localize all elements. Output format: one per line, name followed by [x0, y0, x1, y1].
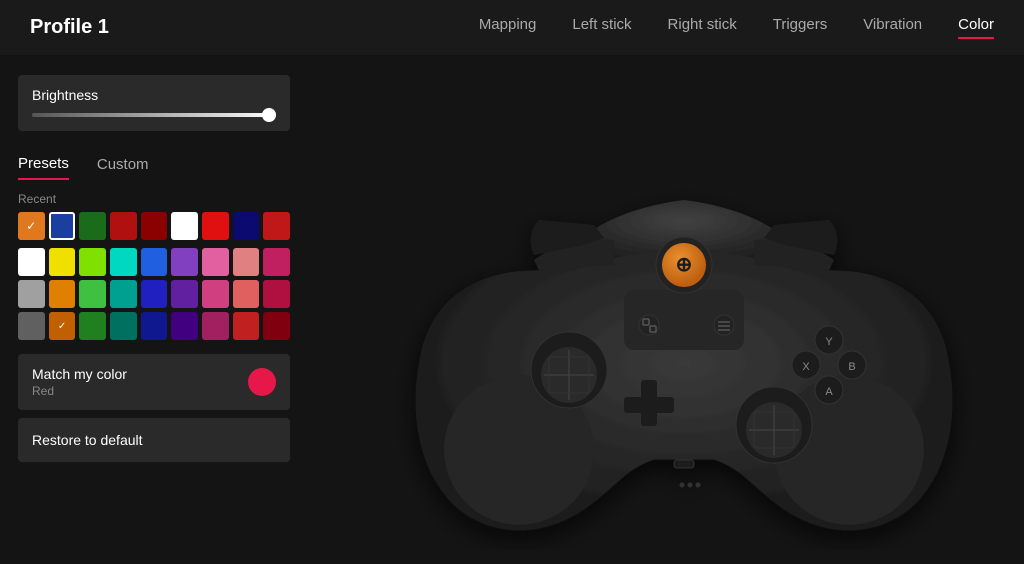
match-color-text: Match my color Red	[32, 366, 127, 398]
swatch-red2-recent[interactable]	[263, 212, 290, 240]
swatch-pink[interactable]	[202, 248, 229, 276]
match-color-circle	[248, 368, 276, 396]
swatch-crimson[interactable]	[263, 280, 290, 308]
recent-colors-row	[18, 212, 290, 240]
match-color-sub: Red	[32, 384, 127, 398]
swatch-teal[interactable]	[110, 280, 137, 308]
controller-area: ⊕ Y B A	[344, 55, 1024, 564]
swatch-cyan[interactable]	[110, 248, 137, 276]
tab-vibration[interactable]: Vibration	[863, 16, 922, 39]
tab-presets[interactable]: Presets	[18, 149, 69, 180]
swatch-salmon[interactable]	[233, 248, 260, 276]
svg-text:A: A	[825, 386, 833, 398]
brightness-thumb[interactable]	[262, 108, 276, 122]
swatch-green2[interactable]	[79, 280, 106, 308]
swatch-green3[interactable]	[79, 312, 106, 340]
tab-mapping[interactable]: Mapping	[479, 16, 537, 39]
svg-text:B: B	[848, 361, 855, 373]
match-color-title: Match my color	[32, 366, 127, 382]
color-row-1	[18, 248, 290, 276]
swatch-white-recent[interactable]	[171, 212, 198, 240]
restore-default-box[interactable]: Restore to default	[18, 418, 290, 462]
swatch-orange[interactable]	[49, 280, 76, 308]
swatch-violet[interactable]	[171, 248, 198, 276]
swatch-orange-recent[interactable]	[18, 212, 45, 240]
swatch-darkgreen-recent[interactable]	[79, 212, 106, 240]
swatch-lime[interactable]	[79, 248, 106, 276]
nav-tabs: Mapping Left stick Right stick Triggers …	[479, 16, 994, 39]
profile-title: Profile 1	[30, 16, 109, 39]
svg-text:⊕: ⊕	[676, 254, 693, 276]
brightness-slider[interactable]	[32, 113, 276, 117]
swatch-darkpurple[interactable]	[171, 312, 198, 340]
swatch-magenta[interactable]	[263, 248, 290, 276]
swatch-white[interactable]	[18, 248, 45, 276]
swatch-gray[interactable]	[18, 312, 45, 340]
tab-color[interactable]: Color	[958, 16, 994, 39]
swatch-darkpink[interactable]	[202, 312, 229, 340]
tab-triggers[interactable]: Triggers	[773, 16, 827, 39]
color-row-2	[18, 280, 290, 308]
swatch-darkteal[interactable]	[110, 312, 137, 340]
swatch-peach[interactable]	[233, 280, 260, 308]
preset-custom-tabs: Presets Custom	[18, 149, 290, 180]
tab-custom[interactable]: Custom	[97, 149, 149, 180]
restore-label: Restore to default	[32, 432, 143, 448]
brightness-box: Brightness	[18, 75, 290, 131]
swatch-navy-recent[interactable]	[233, 212, 260, 240]
swatch-darkred3[interactable]	[233, 312, 260, 340]
swatch-lightgray[interactable]	[18, 280, 45, 308]
swatch-purple[interactable]	[171, 280, 198, 308]
header: Profile 1 Mapping Left stick Right stick…	[0, 0, 1024, 55]
recent-label: Recent	[18, 192, 290, 206]
svg-text:Y: Y	[825, 336, 833, 348]
tab-right-stick[interactable]: Right stick	[668, 16, 737, 39]
svg-text:X: X	[802, 361, 810, 373]
swatch-brightred-recent[interactable]	[202, 212, 229, 240]
swatch-darkmaroon[interactable]	[263, 312, 290, 340]
controller-svg: ⊕ Y B A	[374, 70, 994, 550]
swatch-blue-recent[interactable]	[49, 212, 76, 240]
match-my-color-box[interactable]: Match my color Red	[18, 354, 290, 410]
swatch-amber-check[interactable]: ✓	[49, 312, 76, 340]
left-panel: Brightness Presets Custom Recent	[18, 75, 290, 462]
swatch-red1-recent[interactable]	[110, 212, 137, 240]
brightness-label: Brightness	[32, 87, 276, 103]
swatch-darkblue[interactable]	[141, 312, 168, 340]
color-row-3: ✓	[18, 312, 290, 340]
color-grid: ✓	[18, 248, 290, 340]
tab-left-stick[interactable]: Left stick	[572, 16, 631, 39]
swatch-darkred-recent[interactable]	[141, 212, 168, 240]
swatch-indigo[interactable]	[141, 280, 168, 308]
swatch-blue[interactable]	[141, 248, 168, 276]
swatch-yellow[interactable]	[49, 248, 76, 276]
swatch-hotpink[interactable]	[202, 280, 229, 308]
